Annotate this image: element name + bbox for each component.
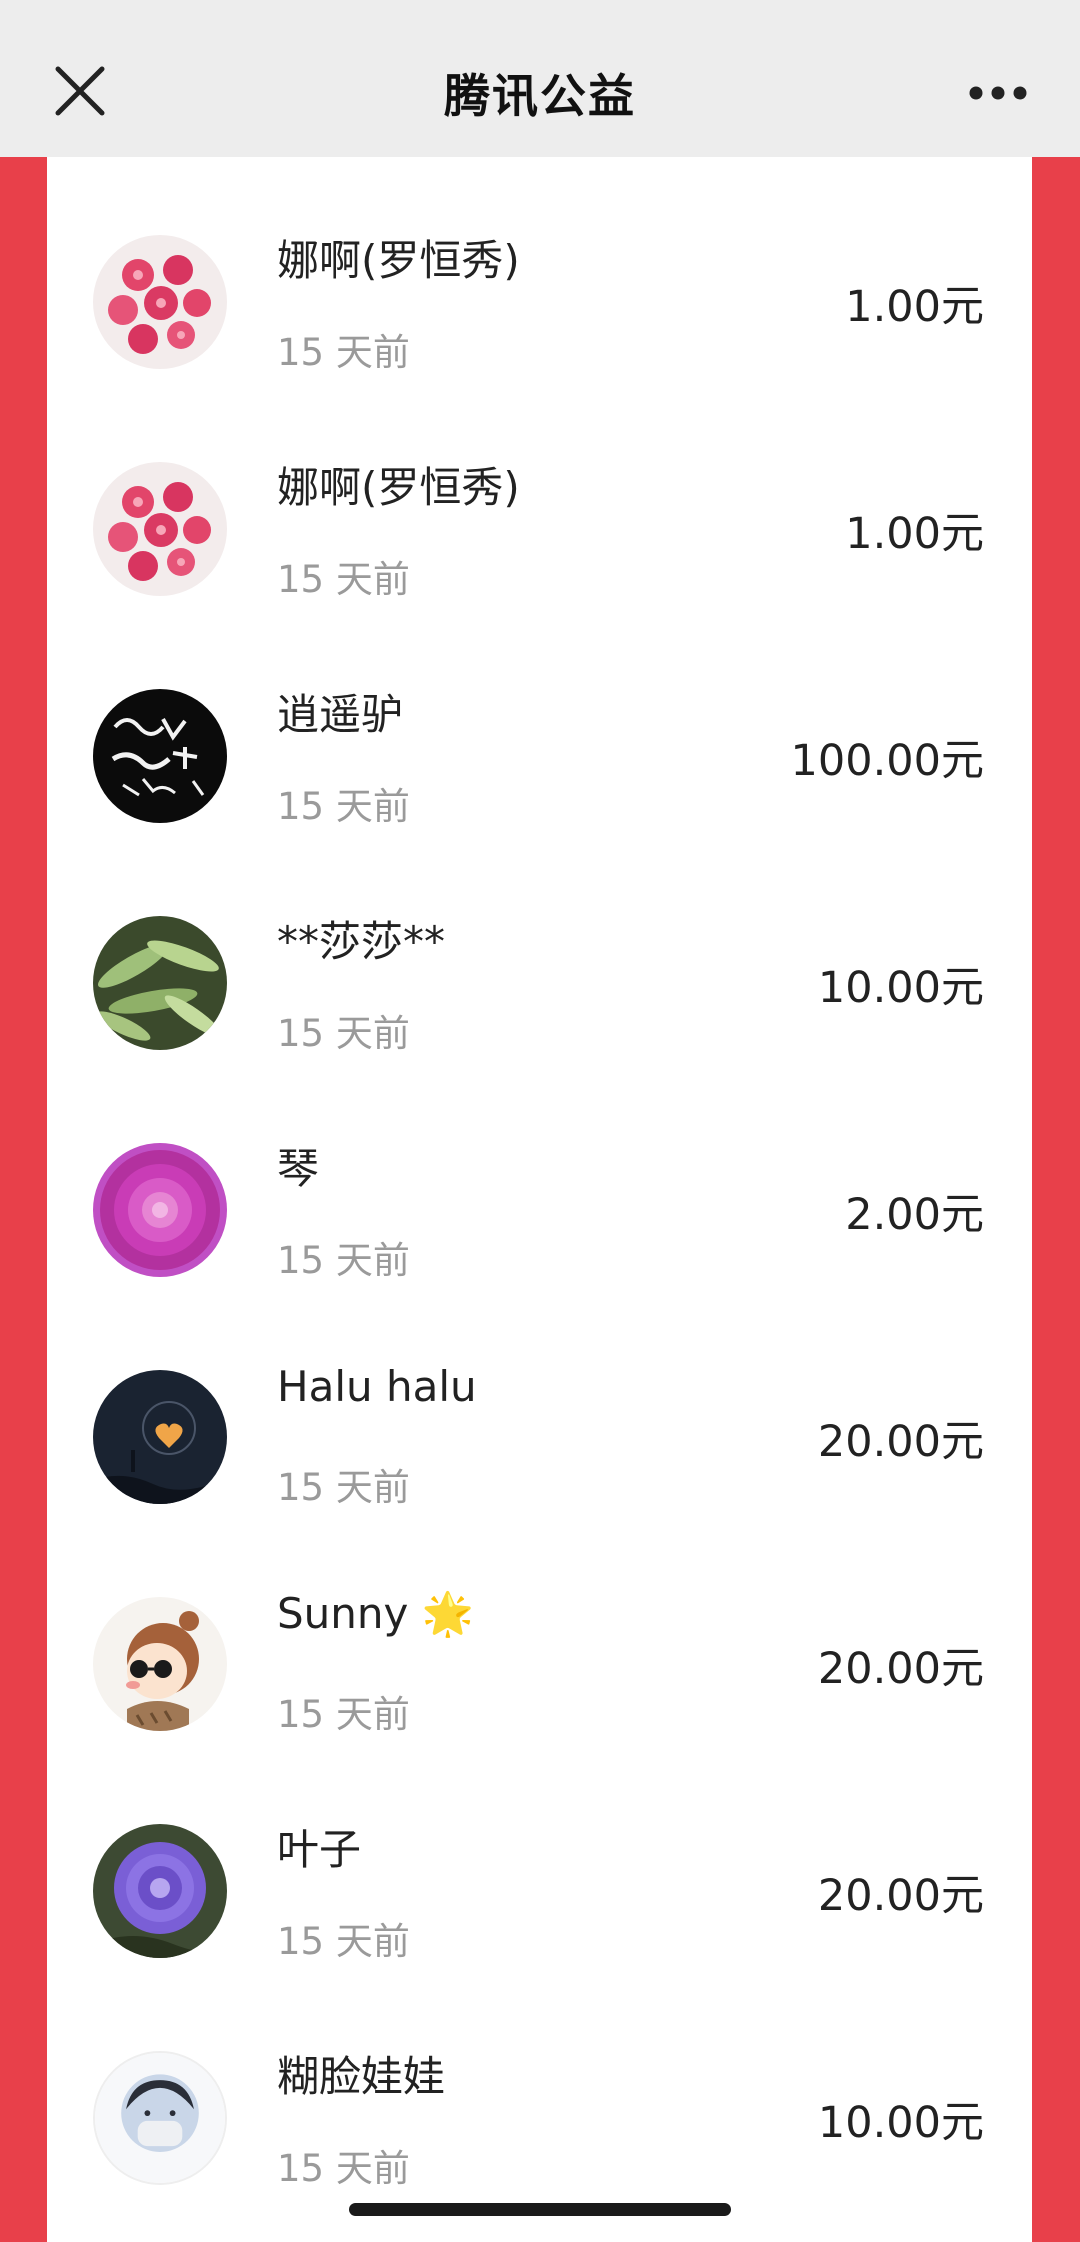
donation-row[interactable]: 娜啊(罗恒秀) 15 天前 1.00元 — [47, 384, 1032, 611]
fern-avatar — [93, 916, 227, 1050]
donation-row[interactable]: 逍遥驴 15 天前 100.00元 — [47, 611, 1032, 838]
donor-name: **莎莎** — [277, 917, 446, 966]
donation-time: 15 天前 — [277, 1466, 410, 1509]
donation-amount: 1.00元 — [845, 509, 984, 559]
donation-row[interactable]: 叶子 15 天前 20.00元 — [47, 1746, 1032, 1973]
more-dots-icon[interactable] — [968, 83, 1028, 103]
donation-row[interactable]: Halu halu 15 天前 20.00元 — [47, 1292, 1032, 1519]
donor-name: 娜啊(罗恒秀) — [277, 463, 520, 512]
donation-amount: 10.00元 — [817, 963, 984, 1013]
pink-flowers-avatar — [93, 235, 227, 369]
masked-person-avatar — [93, 2051, 227, 2185]
donor-name: Sunny 🌟 — [277, 1589, 475, 1638]
donor-name: 娜啊(罗恒秀) — [277, 236, 520, 285]
donation-row[interactable]: **莎莎** 15 天前 10.00元 — [47, 838, 1032, 1065]
donation-amount: 20.00元 — [817, 1871, 984, 1921]
donation-row[interactable]: Sunny 🌟 15 天前 20.00元 — [47, 1519, 1032, 1746]
donation-time: 15 天前 — [277, 1920, 410, 1963]
top-bar: 腾讯公益 — [0, 0, 1080, 157]
donation-amount: 1.00元 — [845, 282, 984, 332]
purple-dahlia-avatar — [93, 1143, 227, 1277]
calligraphy-avatar — [93, 689, 227, 823]
donation-row[interactable]: 琴 15 天前 2.00元 — [47, 1065, 1032, 1292]
donation-time: 15 天前 — [277, 558, 410, 601]
donation-amount: 100.00元 — [790, 736, 984, 786]
donation-row[interactable]: 糊脸娃娃 15 天前 10.00元 — [47, 1973, 1032, 2200]
moon-heart-avatar — [93, 1370, 227, 1504]
purple-flower-avatar — [93, 1824, 227, 1958]
donation-amount: 10.00元 — [817, 2098, 984, 2148]
home-indicator[interactable] — [349, 2203, 731, 2216]
donation-time: 15 天前 — [277, 1693, 410, 1736]
donation-time: 15 天前 — [277, 2147, 410, 2190]
donation-time: 15 天前 — [277, 1012, 410, 1055]
donation-time: 15 天前 — [277, 331, 410, 374]
page-title: 腾讯公益 — [444, 69, 636, 123]
donor-name: Halu halu — [277, 1362, 477, 1411]
donor-name: 糊脸娃娃 — [277, 2052, 446, 2101]
donation-row[interactable]: 娜啊(罗恒秀) 15 天前 1.00元 — [47, 157, 1032, 384]
pink-flowers-avatar — [93, 462, 227, 596]
donation-amount: 20.00元 — [817, 1644, 984, 1694]
donation-list: 娜啊(罗恒秀) 15 天前 1.00元 娜啊(罗恒秀) 15 天前 1.00元 — [47, 157, 1032, 2242]
donation-amount: 2.00元 — [845, 1190, 984, 1240]
donation-time: 15 天前 — [277, 785, 410, 828]
donation-amount: 20.00元 — [817, 1417, 984, 1467]
donor-name: 琴 — [277, 1144, 320, 1193]
donor-name: 逍遥驴 — [277, 690, 404, 739]
cartoon-girl-avatar — [93, 1597, 227, 1731]
donor-name: 叶子 — [277, 1825, 362, 1874]
donation-time: 15 天前 — [277, 1239, 410, 1282]
